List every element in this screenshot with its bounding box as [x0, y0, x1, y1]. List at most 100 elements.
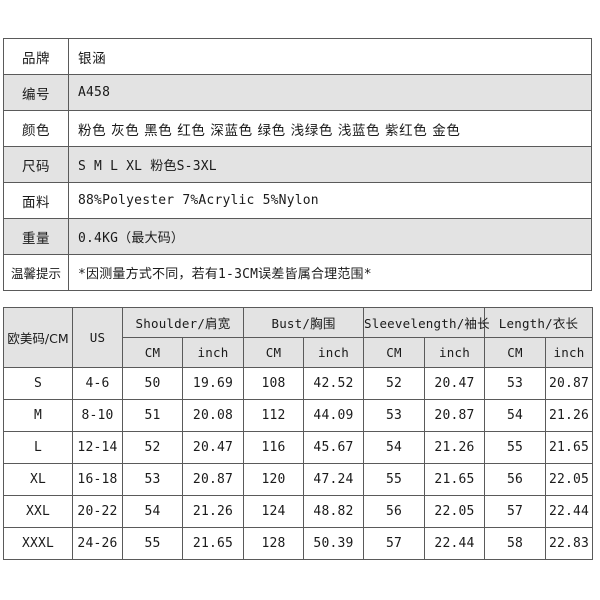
cell-bust-cm: 116	[243, 431, 304, 464]
spec-value-size: S M L XL 粉色S-3XL	[68, 146, 592, 183]
header-unit-sleeve-cm: CM	[363, 337, 425, 368]
cell-sleeve-cm: 54	[363, 431, 425, 464]
cell-length-cm: 58	[484, 527, 546, 560]
cell-bust-cm: 112	[243, 399, 304, 432]
table-row: XXL 20-22 54 21.26 124 48.82 56 22.05 57…	[3, 495, 594, 528]
spec-label-color: 颜色	[3, 110, 69, 147]
cell-shoulder-cm: 52	[122, 431, 183, 464]
measurement-table-body: S 4-6 50 19.69 108 42.52 52 20.47 53 20.…	[3, 367, 594, 560]
cell-length-inch: 22.05	[544, 463, 594, 496]
spec-row-color: 颜色 粉色 灰色 黑色 红色 深蓝色 绿色 浅绿色 浅蓝色 紫红色 金色	[3, 110, 592, 147]
cell-shoulder-inch: 20.87	[182, 463, 244, 496]
cell-size: L	[3, 431, 73, 464]
header-group-shoulder: Shoulder/肩宽	[122, 307, 244, 338]
header-unit-bust-cm: CM	[243, 337, 304, 368]
cell-bust-cm: 128	[243, 527, 304, 560]
cell-sleeve-cm: 53	[363, 399, 425, 432]
cell-length-cm: 55	[484, 431, 546, 464]
cell-length-cm: 53	[484, 367, 546, 400]
cell-shoulder-cm: 53	[122, 463, 183, 496]
cell-shoulder-inch: 21.65	[182, 527, 244, 560]
spec-value-fabric: 88%Polyester 7%Acrylic 5%Nylon	[68, 182, 592, 219]
cell-sleeve-inch: 20.87	[424, 399, 485, 432]
cell-bust-inch: 45.67	[303, 431, 364, 464]
cell-bust-cm: 108	[243, 367, 304, 400]
spec-label-weight: 重量	[3, 218, 69, 255]
spec-label-notice: 温馨提示	[3, 254, 69, 291]
cell-shoulder-cm: 51	[122, 399, 183, 432]
spec-label-brand: 品牌	[3, 38, 69, 75]
spec-label-fabric: 面料	[3, 182, 69, 219]
cell-sleeve-inch: 20.47	[424, 367, 485, 400]
header-unit-length-cm: CM	[484, 337, 546, 368]
cell-shoulder-cm: 54	[122, 495, 183, 528]
spec-label-size: 尺码	[3, 146, 69, 183]
spec-row-weight: 重量 0.4KG（最大码）	[3, 218, 592, 255]
cell-bust-inch: 47.24	[303, 463, 364, 496]
header-unit-shoulder-cm: CM	[122, 337, 183, 368]
table-row: S 4-6 50 19.69 108 42.52 52 20.47 53 20.…	[3, 367, 594, 400]
cell-sleeve-cm: 57	[363, 527, 425, 560]
cell-shoulder-inch: 19.69	[182, 367, 244, 400]
cell-shoulder-cm: 50	[122, 367, 183, 400]
measurement-group-header-row: 欧美码/CM US Shoulder/肩宽 Bust/胸围 Sleeveleng…	[3, 307, 594, 368]
table-row: M 8-10 51 20.08 112 44.09 53 20.87 54 21…	[3, 399, 594, 432]
header-unit-sleeve-inch: inch	[424, 337, 485, 368]
cell-us: 4-6	[72, 367, 123, 400]
cell-sleeve-inch: 21.65	[424, 463, 485, 496]
cell-length-cm: 54	[484, 399, 546, 432]
size-chart-sheet: 品牌 银涵 编号 A458 颜色 粉色 灰色 黑色 红色 深蓝色 绿色 浅绿色 …	[0, 0, 600, 600]
cell-size: M	[3, 399, 73, 432]
table-row: XXXL 24-26 55 21.65 128 50.39 57 22.44 5…	[3, 527, 594, 560]
spec-row-fabric: 面料 88%Polyester 7%Acrylic 5%Nylon	[3, 182, 592, 219]
header-unit-shoulder-inch: inch	[182, 337, 244, 368]
cell-length-inch: 21.65	[544, 431, 594, 464]
cell-sleeve-cm: 52	[363, 367, 425, 400]
cell-us: 8-10	[72, 399, 123, 432]
spec-value-weight: 0.4KG（最大码）	[68, 218, 592, 255]
header-group-sleevelength: Sleevelength/袖长	[363, 307, 490, 338]
spec-value-color: 粉色 灰色 黑色 红色 深蓝色 绿色 浅绿色 浅蓝色 紫红色 金色	[68, 110, 592, 147]
cell-sleeve-inch: 21.26	[424, 431, 485, 464]
cell-sleeve-inch: 22.05	[424, 495, 485, 528]
cell-bust-inch: 42.52	[303, 367, 364, 400]
cell-shoulder-cm: 55	[122, 527, 183, 560]
header-us-size: US	[72, 307, 123, 368]
cell-length-cm: 56	[484, 463, 546, 496]
table-row: XL 16-18 53 20.87 120 47.24 55 21.65 56 …	[3, 463, 594, 496]
cell-size: XXL	[3, 495, 73, 528]
header-size-code: 欧美码/CM	[3, 307, 73, 368]
product-spec-table: 品牌 银涵 编号 A458 颜色 粉色 灰色 黑色 红色 深蓝色 绿色 浅绿色 …	[3, 38, 592, 291]
cell-us: 24-26	[72, 527, 123, 560]
cell-bust-inch: 44.09	[303, 399, 364, 432]
spec-row-model: 编号 A458	[3, 74, 592, 111]
cell-length-cm: 57	[484, 495, 546, 528]
cell-us: 20-22	[72, 495, 123, 528]
cell-sleeve-cm: 56	[363, 495, 425, 528]
cell-length-inch: 21.26	[544, 399, 594, 432]
table-row: L 12-14 52 20.47 116 45.67 54 21.26 55 2…	[3, 431, 594, 464]
cell-size: XXXL	[3, 527, 73, 560]
cell-us: 16-18	[72, 463, 123, 496]
cell-bust-cm: 124	[243, 495, 304, 528]
header-group-bust: Bust/胸围	[243, 307, 364, 338]
cell-sleeve-cm: 55	[363, 463, 425, 496]
cell-size: S	[3, 367, 73, 400]
cell-us: 12-14	[72, 431, 123, 464]
cell-length-inch: 20.87	[544, 367, 594, 400]
cell-length-inch: 22.44	[544, 495, 594, 528]
cell-bust-inch: 48.82	[303, 495, 364, 528]
header-unit-bust-inch: inch	[303, 337, 364, 368]
measurement-table: 欧美码/CM US Shoulder/肩宽 Bust/胸围 Sleeveleng…	[3, 307, 594, 560]
header-unit-length-inch: inch	[544, 337, 594, 368]
spec-label-model: 编号	[3, 74, 69, 111]
cell-bust-inch: 50.39	[303, 527, 364, 560]
cell-shoulder-inch: 20.47	[182, 431, 244, 464]
spec-value-notice: *因测量方式不同，若有1-3CM误差皆属合理范围*	[68, 254, 592, 291]
spec-value-brand: 银涵	[68, 38, 592, 75]
spec-row-brand: 品牌 银涵	[3, 38, 592, 75]
cell-sleeve-inch: 22.44	[424, 527, 485, 560]
cell-shoulder-inch: 20.08	[182, 399, 244, 432]
spec-row-notice: 温馨提示 *因测量方式不同，若有1-3CM误差皆属合理范围*	[3, 254, 592, 291]
cell-length-inch: 22.83	[544, 527, 594, 560]
